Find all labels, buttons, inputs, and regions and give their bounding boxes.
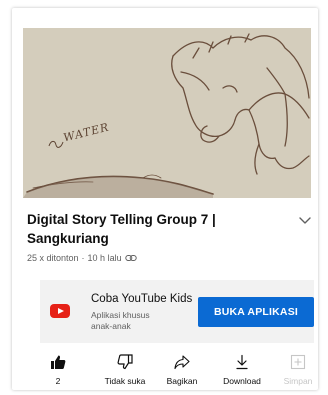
thumbs-up-icon xyxy=(51,355,66,369)
open-app-button[interactable]: BUKA APLIKASI xyxy=(198,297,314,327)
dislike-label: Tidak suka xyxy=(104,376,146,386)
download-icon xyxy=(236,354,248,370)
download-label: Download xyxy=(223,376,261,386)
video-meta: 25 x ditonton · 10 h lalu xyxy=(27,253,137,263)
upload-time: 10 h lalu xyxy=(87,253,122,263)
share-button[interactable]: Bagikan xyxy=(160,354,204,390)
like-count: 2 xyxy=(55,376,61,386)
video-title: Digital Story Telling Group 7 | Sangkuri… xyxy=(27,212,216,246)
share-label: Bagikan xyxy=(166,376,198,386)
chevron-down-icon[interactable] xyxy=(298,216,312,226)
like-button[interactable]: 2 xyxy=(46,354,70,390)
save-button[interactable]: Simpan xyxy=(278,354,318,390)
promo-subtitle: Aplikasi khusus anak-anak xyxy=(91,310,150,331)
meta-separator: · xyxy=(81,253,85,263)
thumbs-down-icon xyxy=(117,354,133,370)
view-count: 25 x ditonton xyxy=(27,253,79,263)
action-bar: 2 Tidak suka Bagikan Download Simpan xyxy=(32,354,318,390)
link-icon xyxy=(124,255,137,261)
video-sketch-illustration xyxy=(23,33,310,198)
video-player[interactable]: WATER xyxy=(23,28,311,198)
youtube-kids-logo-icon xyxy=(50,304,70,318)
sketch-scribble xyxy=(48,140,64,148)
download-button[interactable]: Download xyxy=(214,354,270,390)
add-to-playlist-icon xyxy=(290,354,306,370)
dislike-button[interactable]: Tidak suka xyxy=(100,354,150,390)
promo-title: Coba YouTube Kids xyxy=(91,293,193,305)
youtube-kids-promo: Coba YouTube Kids Aplikasi khusus anak-a… xyxy=(40,280,314,343)
save-label: Simpan xyxy=(283,376,313,386)
video-page: WATER Digital Story Telling Group 7 | Sa… xyxy=(12,8,318,390)
share-icon xyxy=(174,355,190,370)
